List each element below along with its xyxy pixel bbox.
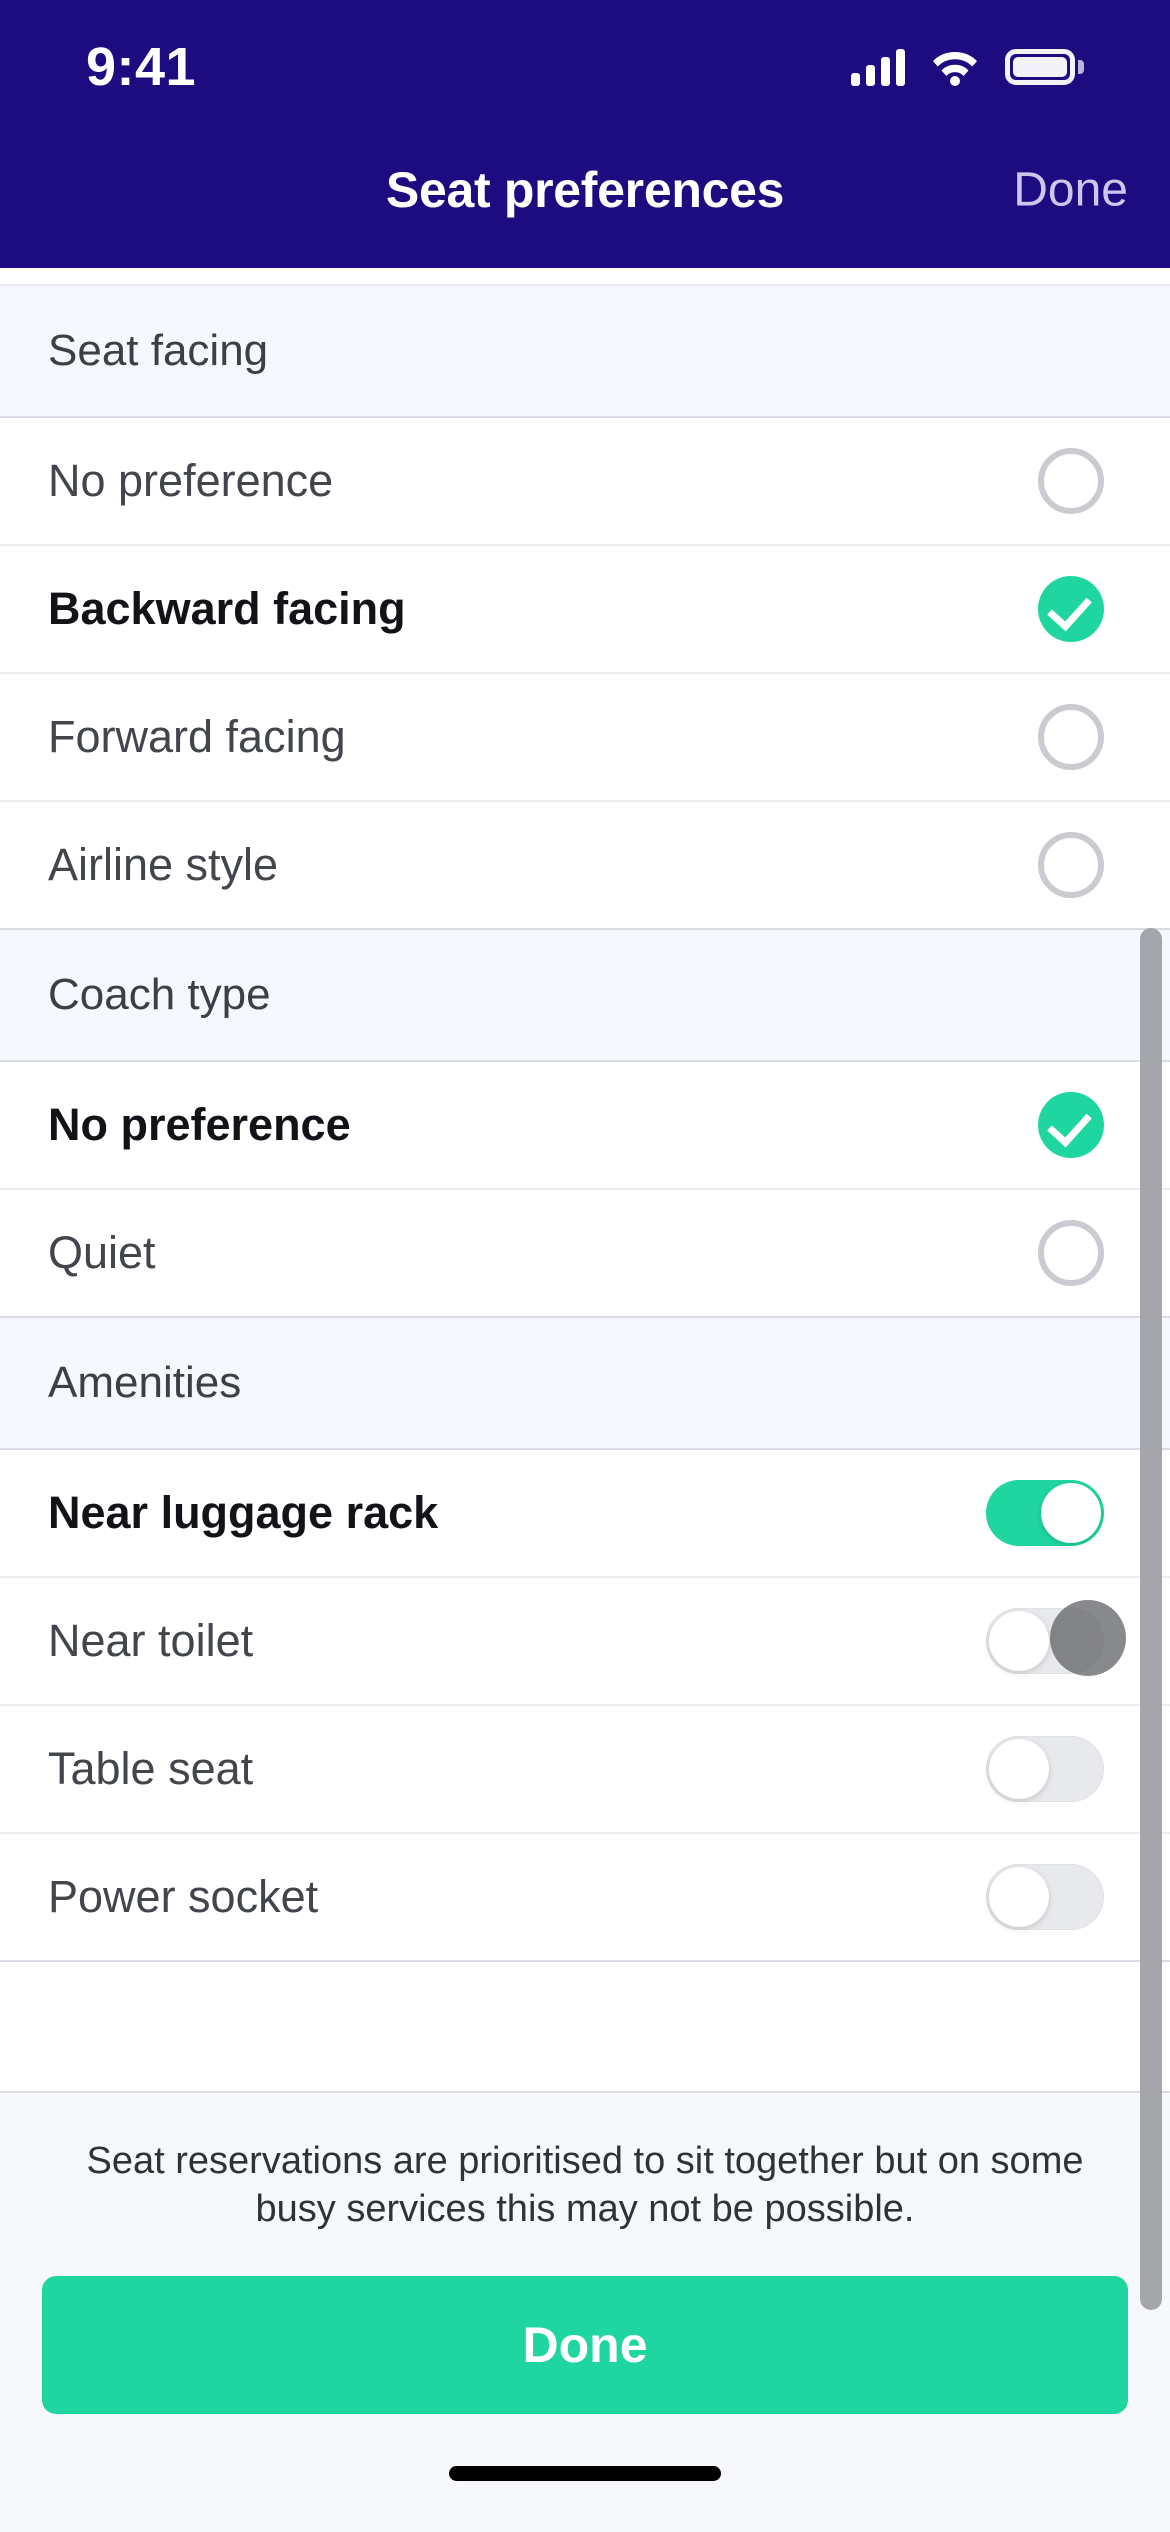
toggle-knob <box>1041 1483 1101 1543</box>
status-bar-icons <box>851 48 1084 86</box>
footer: Seat reservations are prioritised to sit… <box>0 2090 1170 2532</box>
section-header-label: Amenities <box>48 1358 242 1407</box>
wifi-icon <box>933 52 977 86</box>
phone-screen: 9:41 Seat preferences Done Seat facing N… <box>0 0 1170 2532</box>
cellular-signal-icon <box>851 48 905 86</box>
footer-note: Seat reservations are prioritised to sit… <box>86 2139 1084 2231</box>
row-label: Airline style <box>48 839 279 890</box>
navigation-bar: Seat preferences Done <box>0 112 1170 268</box>
row-label: Near luggage rack <box>48 1487 439 1538</box>
radio-selected-check-icon[interactable] <box>1038 576 1104 642</box>
radio-row[interactable]: Quiet <box>0 1190 1170 1318</box>
row-label: Backward facing <box>48 583 406 634</box>
row-label: No preference <box>48 1099 351 1150</box>
radio-unselected-icon[interactable] <box>1038 1220 1104 1286</box>
toggle-switch-on[interactable] <box>986 1480 1104 1546</box>
radio-row[interactable]: No preference <box>0 1062 1170 1190</box>
navbar-done-button[interactable]: Done <box>1013 163 1128 218</box>
toggle-switch-off[interactable] <box>986 1736 1104 1802</box>
section-header-label: Seat facing <box>48 326 269 375</box>
radio-unselected-icon[interactable] <box>1038 832 1104 898</box>
row-label: Power socket <box>48 1871 319 1922</box>
status-bar-time: 9:41 <box>86 37 197 97</box>
radio-unselected-icon[interactable] <box>1038 448 1104 514</box>
section-header: Amenities <box>0 1318 1170 1450</box>
battery-icon <box>1005 49 1084 85</box>
row-label: Near toilet <box>48 1615 254 1666</box>
radio-row[interactable]: Airline style <box>0 802 1170 930</box>
toggle-row[interactable]: Table seat <box>0 1706 1170 1834</box>
toggle-knob <box>989 1867 1049 1927</box>
radio-selected-check-icon[interactable] <box>1038 1092 1104 1158</box>
row-label: Forward facing <box>48 711 346 762</box>
row-label: No preference <box>48 455 334 506</box>
done-button[interactable]: Done <box>42 2276 1128 2414</box>
home-indicator-area <box>42 2414 1128 2532</box>
list-top-spacer <box>0 268 1170 286</box>
radio-row[interactable]: Backward facing <box>0 546 1170 674</box>
section-header-label: Coach type <box>48 970 271 1019</box>
row-label: Table seat <box>48 1743 254 1794</box>
app-header: 9:41 Seat preferences Done <box>0 0 1170 268</box>
toggle-row[interactable]: Near toilet <box>0 1578 1170 1706</box>
radio-unselected-icon[interactable] <box>1038 704 1104 770</box>
radio-row[interactable]: No preference <box>0 418 1170 546</box>
toggle-row[interactable]: Near luggage rack <box>0 1450 1170 1578</box>
status-bar: 9:41 <box>0 0 1170 112</box>
touch-cursor <box>1050 1600 1126 1676</box>
toggle-switch-off[interactable] <box>986 1864 1104 1930</box>
toggle-knob <box>989 1739 1049 1799</box>
row-label: Quiet <box>48 1227 156 1278</box>
preferences-list[interactable]: Seat facing No preference Backward facing F… <box>0 268 1170 2091</box>
home-indicator[interactable] <box>449 2465 721 2481</box>
toggle-row[interactable]: Power socket <box>0 1834 1170 1962</box>
toggle-knob <box>989 1611 1049 1671</box>
sections-container: Seat facing No preference Backward facing F… <box>0 286 1170 1962</box>
vertical-scrollbar[interactable] <box>1140 928 1162 2310</box>
section-header: Seat facing <box>0 286 1170 418</box>
page-title: Seat preferences <box>385 162 785 218</box>
radio-row[interactable]: Forward facing <box>0 674 1170 802</box>
section-header: Coach type <box>0 930 1170 1062</box>
